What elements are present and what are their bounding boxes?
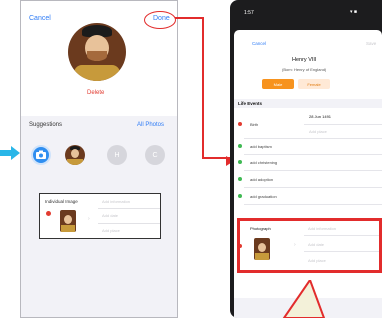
born-as-text: (Born: Henry of England) [282,67,327,72]
highlight-ellipse [144,11,176,29]
suggestion-initial-c[interactable]: C [145,145,165,165]
suggestion-initial-h[interactable]: H [107,145,127,165]
birth-date[interactable]: 28 Jun 1491 [309,114,331,119]
birth-label: Birth [250,122,259,127]
highlight-rectangle [237,218,382,273]
add-graduation-icon[interactable] [238,194,242,198]
edit-sheet: Cancel Save Henry VIII (Born: Henry of E… [234,30,382,318]
camera-icon [36,150,46,159]
female-button[interactable]: Female [298,79,330,89]
add-place-field[interactable]: Add place [102,228,120,233]
add-information-field[interactable]: Add information [102,199,130,204]
add-christening-item[interactable]: add christening [250,160,277,165]
add-adoption-icon[interactable] [238,177,242,181]
remove-birth-icon[interactable] [238,122,242,126]
callout-pointer [262,277,332,319]
cancel-button[interactable]: Cancel [252,41,266,46]
card-title: Individual Image [45,199,78,204]
add-christening-icon[interactable] [238,160,242,164]
add-baptism-item[interactable]: add baptism [250,144,272,149]
chevron-right-icon: › [88,216,90,222]
status-icons: ▾ ■ [350,9,357,15]
cancel-button[interactable]: Cancel [29,15,51,22]
card-thumbnail [60,210,76,232]
add-date-field[interactable]: Add date [102,213,118,218]
save-button[interactable]: Save [366,41,376,46]
camera-button[interactable] [31,145,51,165]
add-adoption-item[interactable]: add adoption [250,177,273,182]
add-baptism-icon[interactable] [238,144,242,148]
connector-line [175,17,203,19]
connector-line [202,17,204,159]
cyan-arrow-icon [0,146,20,160]
birth-place-field[interactable]: Add place [309,129,327,134]
henry-portrait-image [68,23,126,81]
male-button[interactable]: Male [262,79,294,89]
photo-picker-screen: Cancel Done Delete Suggestions All Photo… [20,0,178,318]
remove-icon[interactable] [46,211,51,216]
all-photos-link[interactable]: All Photos [137,122,164,128]
person-name: Henry VIII [292,57,317,63]
individual-image-card: Individual Image Add information Add dat… [39,193,161,239]
add-graduation-item[interactable]: add graduation [250,194,277,199]
delete-button[interactable]: Delete [87,90,104,96]
suggestions-heading: Suggestions [29,122,63,128]
suggestion-photo[interactable] [65,145,85,165]
life-events-heading: Life Events [238,101,263,106]
status-time: 1:57 [244,10,254,16]
